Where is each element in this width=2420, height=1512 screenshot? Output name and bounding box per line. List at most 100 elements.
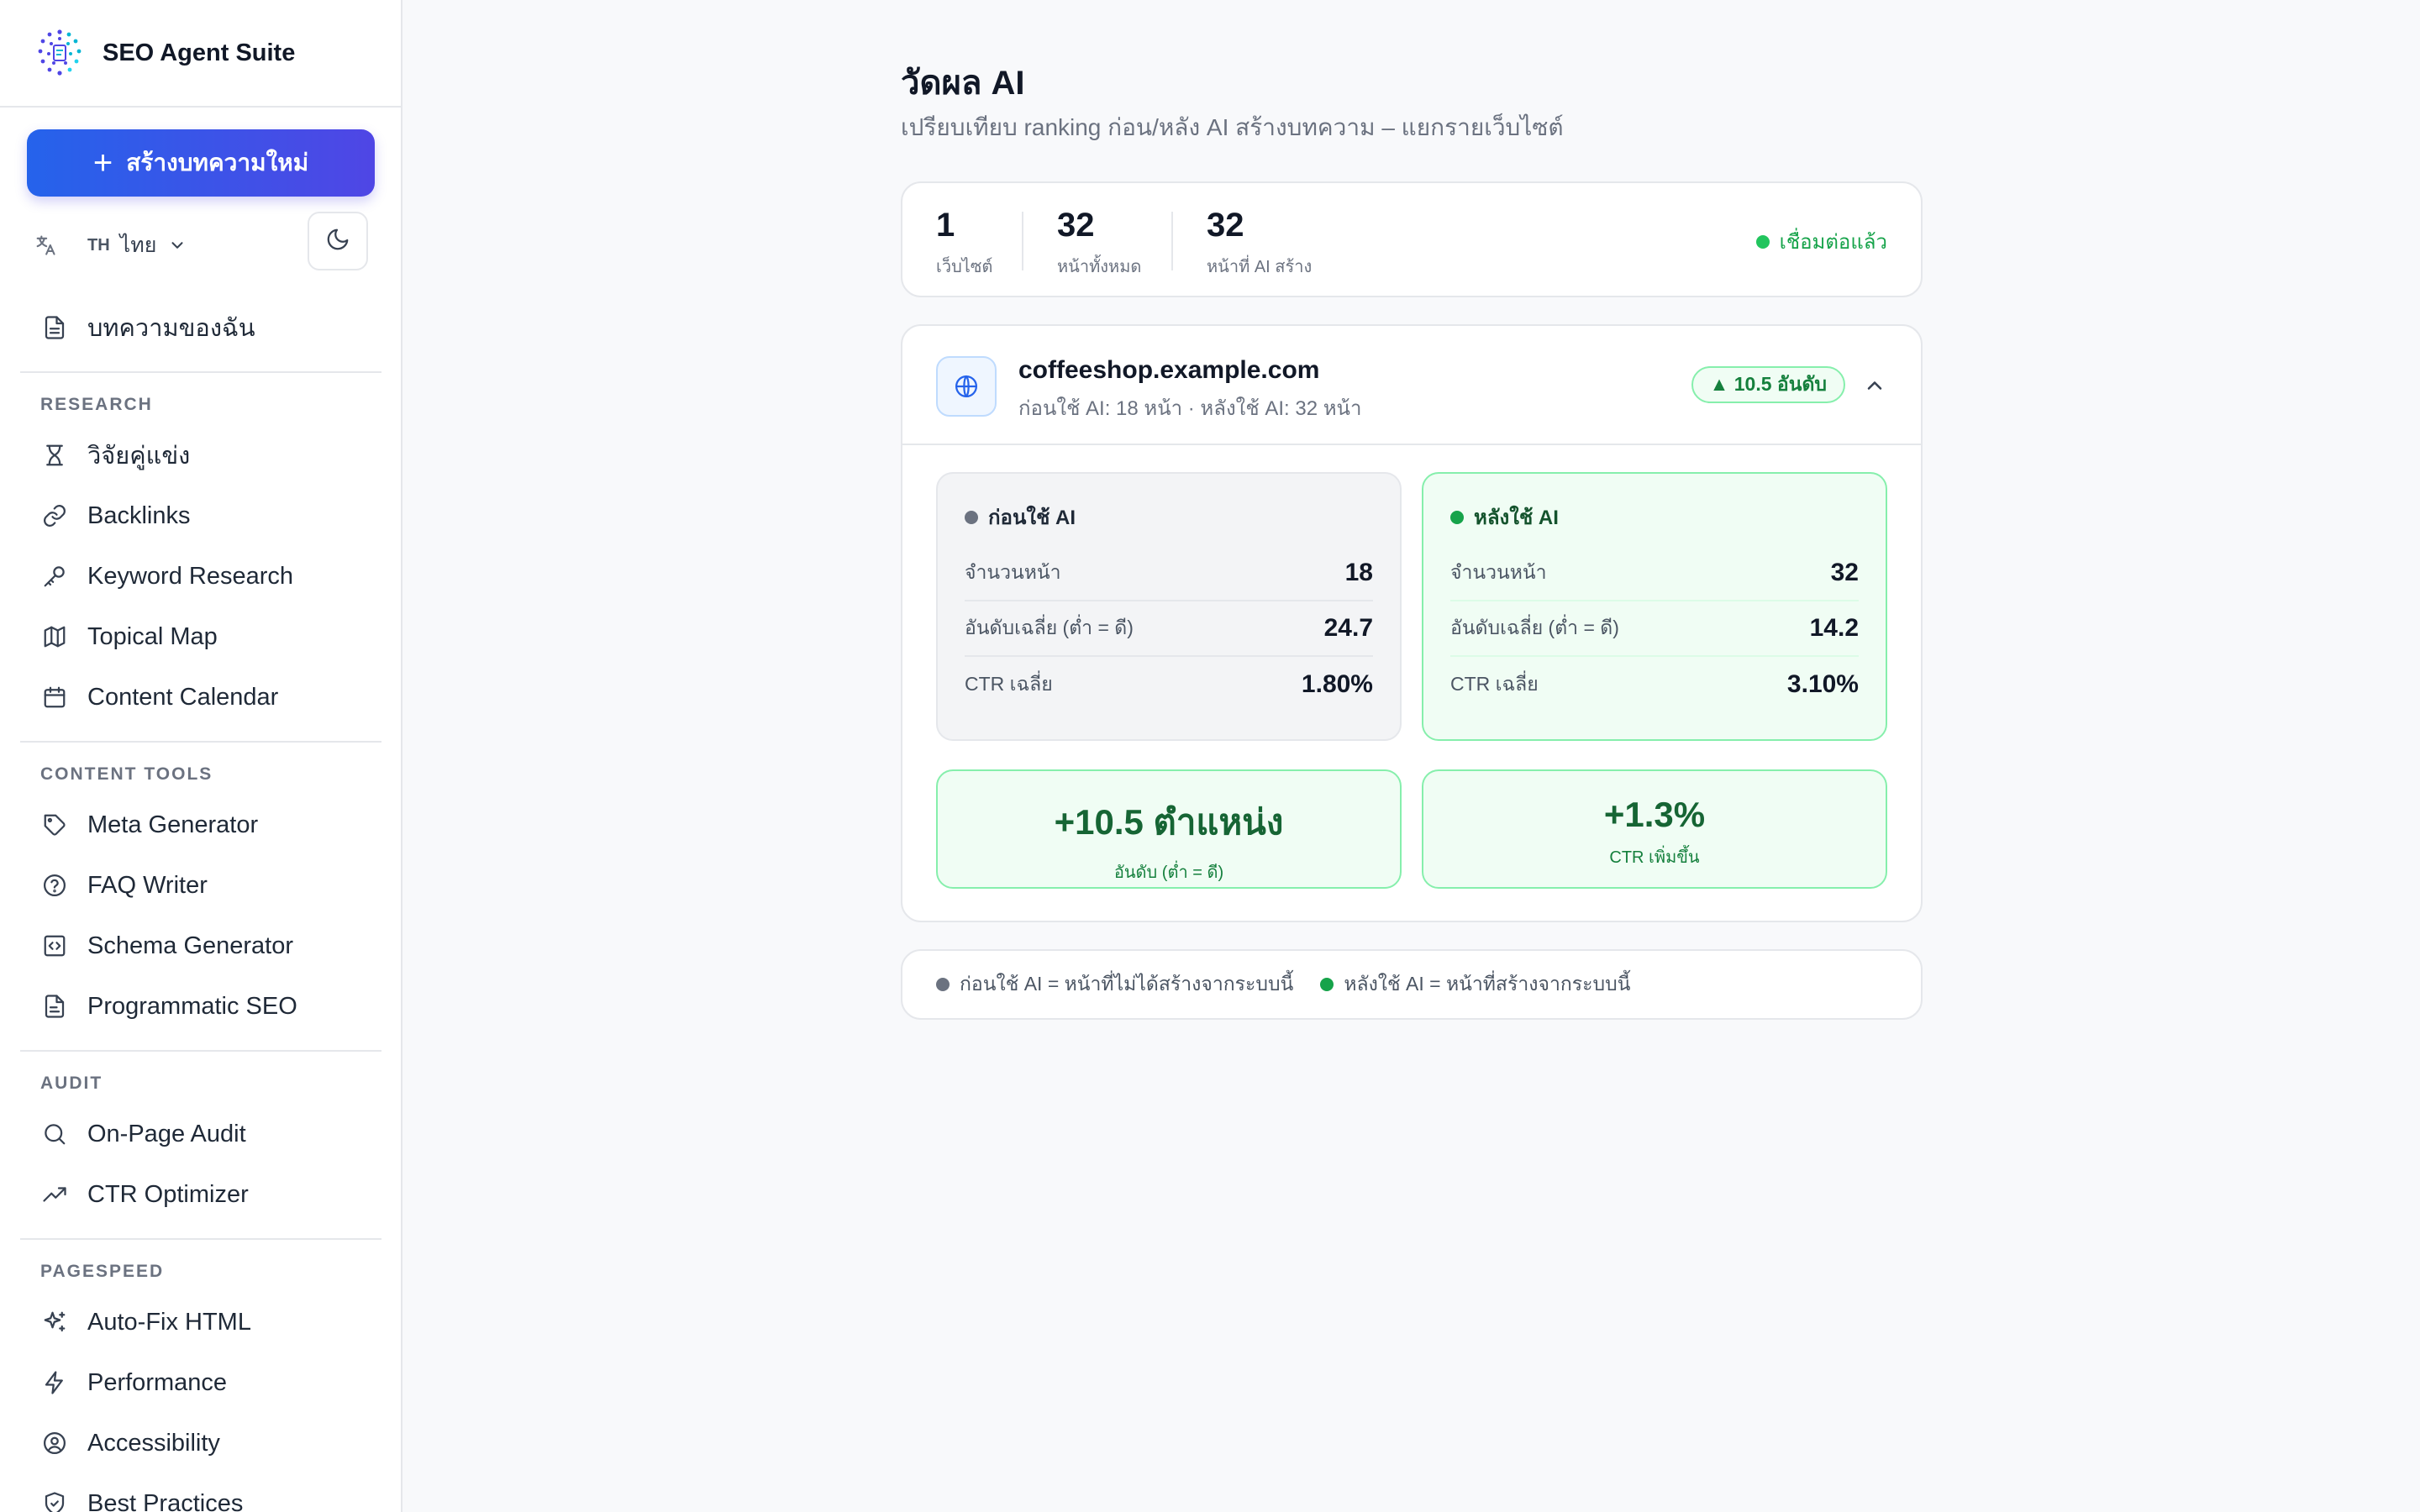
metric-row: CTR เฉลี่ย 1.80% [965, 657, 1373, 712]
nav-item-ctr-optimizer[interactable]: CTR Optimizer [40, 1171, 376, 1218]
theme-toggle-button[interactable] [308, 212, 368, 270]
nav-label: Auto-Fix HTML [87, 1308, 251, 1336]
metric-value: 24.7 [1323, 614, 1373, 642]
panel-title-label: หลังใช้ AI [1474, 507, 1559, 529]
chevron-down-icon [168, 236, 187, 255]
nav-item-keyword-research[interactable]: Keyword Research [40, 553, 376, 600]
map-icon [40, 622, 69, 651]
stat-websites: 1 เว็บไซต์ [936, 207, 992, 280]
delta-label: อันดับ (ต่ำ = ดี) [1113, 864, 1224, 882]
delta-value: +10.5 ตำแหน่ง [1054, 802, 1284, 842]
translate-icon [34, 233, 59, 258]
green-dot-icon [1450, 510, 1464, 524]
metric-label: จำนวนหน้า [1450, 561, 1547, 583]
metric-row: CTR เฉลี่ย 3.10% [1450, 657, 1859, 712]
divider [20, 741, 381, 743]
tag-icon [40, 811, 69, 839]
nav-label: บทความของฉัน [87, 315, 255, 342]
delta-value: +1.3% [1603, 795, 1706, 834]
nav-label: Keyword Research [87, 562, 293, 590]
nav-label: Topical Map [87, 622, 218, 650]
metric-label: อันดับเฉลี่ย (ต่ำ = ดี) [965, 617, 1134, 638]
user-circle-icon [40, 1429, 69, 1457]
new-article-button[interactable]: + สร้างบทความใหม่ [27, 129, 375, 197]
gray-dot-icon [965, 510, 978, 524]
key-icon [40, 562, 69, 591]
trending-up-icon [40, 1180, 69, 1209]
nav-item-performance[interactable]: Performance [40, 1359, 376, 1406]
delta-label: CTR เพิ่มขึ้น [1609, 848, 1700, 867]
divider [1171, 212, 1173, 270]
language-select[interactable]: TH ไทย [87, 228, 187, 262]
legend-item-after: หลังใช้ AI = หน้าที่สร้างจากระบบนี้ [1320, 969, 1630, 1000]
nav-item-meta-generator[interactable]: Meta Generator [40, 801, 376, 848]
brand[interactable]: SEO Agent Suite [0, 0, 401, 108]
stat-value: 1 [936, 207, 955, 244]
globe-icon [936, 356, 997, 417]
page-title: วัดผล AI [901, 65, 1025, 102]
nav-label: Programmatic SEO [87, 992, 297, 1020]
nav-item-faq-writer[interactable]: FAQ Writer [40, 862, 376, 909]
nav-label: Meta Generator [87, 811, 259, 838]
nav-item-content-calendar[interactable]: Content Calendar [40, 674, 376, 721]
nav-item-best-practices[interactable]: Best Practices [40, 1480, 376, 1512]
before-ai-panel: ก่อนใช้ AI จำนวนหน้า 18 อันดับเฉลี่ย (ต่… [936, 472, 1402, 741]
nav-item-on-page-audit[interactable]: On-Page Audit [40, 1110, 376, 1158]
divider [20, 371, 381, 373]
section-label-research: RESEARCH [40, 395, 153, 414]
status-dot-icon [1755, 234, 1770, 249]
nav-label: Performance [87, 1368, 228, 1396]
nav-item-programmatic-seo[interactable]: Programmatic SEO [40, 983, 376, 1030]
site-header[interactable]: coffeeshop.example.com ก่อนใช้ AI: 18 หน… [902, 326, 1921, 445]
section-label-audit: AUDIT [40, 1074, 103, 1093]
nav-item-auto-fix-html[interactable]: Auto-Fix HTML [40, 1299, 376, 1346]
metric-value: 14.2 [1809, 614, 1859, 642]
help-circle-icon [40, 871, 69, 900]
code-icon [40, 932, 69, 960]
stat-value: 32 [1207, 207, 1244, 244]
nav-item-backlinks[interactable]: Backlinks [40, 492, 376, 539]
language-code: TH [87, 235, 110, 255]
nav-label: FAQ Writer [87, 871, 208, 899]
shield-check-icon [40, 1489, 69, 1512]
legend-item-before: ก่อนใช้ AI = หน้าที่ไม่ได้สร้างจากระบบนี… [936, 969, 1293, 1000]
site-comparison-card: coffeeshop.example.com ก่อนใช้ AI: 18 หน… [901, 324, 1923, 922]
collapse-button[interactable] [1862, 375, 1887, 400]
nav-item-competitor-research[interactable]: วิจัยคู่แข่ง [40, 432, 376, 479]
section-label-pagespeed: PAGESPEED [40, 1262, 165, 1281]
nav-item-topical-map[interactable]: Topical Map [40, 613, 376, 660]
divider [1022, 212, 1023, 270]
nav-label: Best Practices [87, 1489, 244, 1512]
metric-label: จำนวนหน้า [965, 561, 1061, 583]
rank-delta-card: +10.5 ตำแหน่ง อันดับ (ต่ำ = ดี) [936, 769, 1402, 889]
sidebar: SEO Agent Suite + สร้างบทความใหม่ TH ไทย… [0, 0, 402, 1512]
language-label: ไทย [119, 234, 157, 257]
metric-value: 3.10% [1786, 670, 1859, 698]
nav-item-schema-generator[interactable]: Schema Generator [40, 922, 376, 969]
summary-stats-card: 1 เว็บไซต์ 32 หน้าทั้งหมด 32 หน้าที่ AI … [901, 181, 1923, 297]
metric-label: อันดับเฉลี่ย (ต่ำ = ดี) [1450, 617, 1619, 638]
nav-label: Accessibility [87, 1429, 220, 1457]
nav-item-accessibility[interactable]: Accessibility [40, 1420, 376, 1467]
metric-row: อันดับเฉลี่ย (ต่ำ = ดี) 24.7 [965, 601, 1373, 657]
nav-label: CTR Optimizer [87, 1180, 249, 1208]
nav-label: วิจัยคู่แข่ง [87, 443, 191, 470]
moon-icon [325, 227, 350, 256]
stat-label: เว็บไซต์ [936, 258, 993, 276]
metric-row: จำนวนหน้า 18 [965, 546, 1373, 601]
connection-status: เชื่อมต่อแล้ว [1755, 225, 1887, 258]
nav-item-my-articles[interactable]: บทความของฉัน [40, 304, 376, 351]
nav-label: Content Calendar [87, 683, 279, 711]
stat-label: หน้าที่ AI สร้าง [1207, 258, 1313, 276]
metric-row: จำนวนหน้า 32 [1450, 546, 1859, 601]
after-ai-panel: หลังใช้ AI จำนวนหน้า 32 อันดับเฉลี่ย (ต่… [1422, 472, 1887, 741]
app-name: SEO Agent Suite [103, 39, 296, 66]
gray-dot-icon [936, 978, 950, 991]
plus-icon: + [92, 144, 113, 181]
sparkles-icon [40, 1308, 69, 1336]
site-page-counts: ก่อนใช้ AI: 18 หน้า · หลังใช้ AI: 32 หน้… [1018, 397, 1362, 420]
panel-title: ก่อนใช้ AI [965, 501, 1076, 533]
page-subtitle: เปรียบเทียบ ranking ก่อน/หลัง AI สร้างบท… [901, 114, 1564, 140]
legend-card: ก่อนใช้ AI = หน้าที่ไม่ได้สร้างจากระบบนี… [901, 949, 1923, 1020]
file-text-icon [40, 992, 69, 1021]
